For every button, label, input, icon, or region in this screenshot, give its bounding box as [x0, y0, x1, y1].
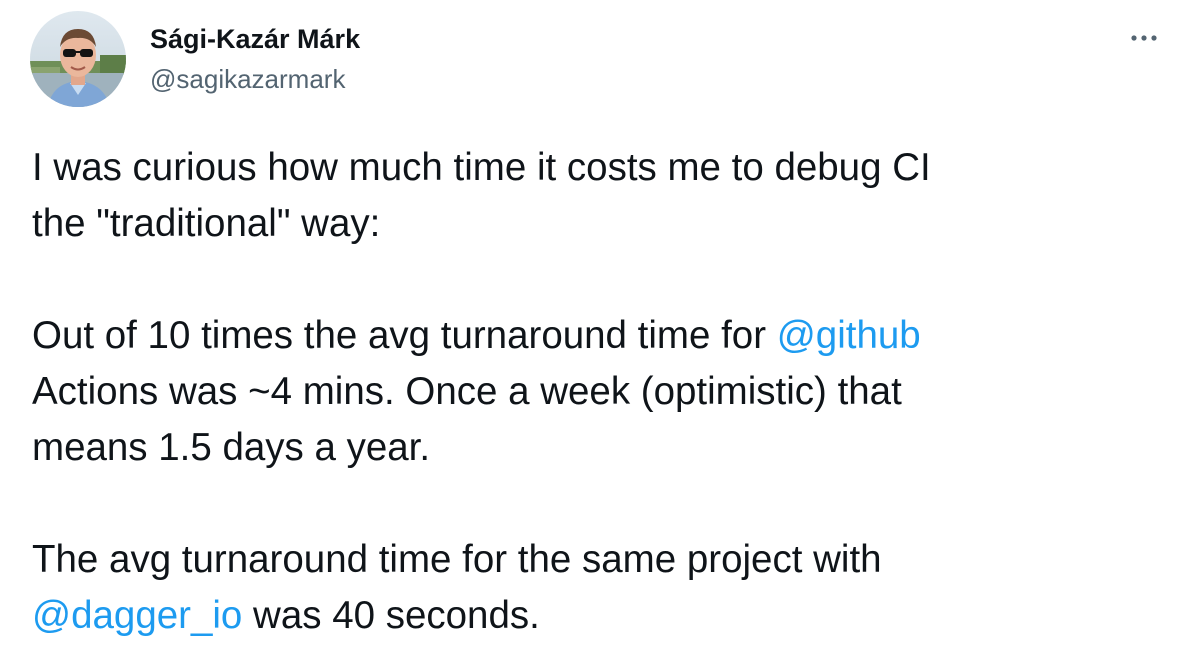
- profile-photo: [30, 11, 126, 107]
- mention-link-github[interactable]: @github: [777, 314, 921, 357]
- author-display-name[interactable]: Sági-Kazár Márk: [150, 22, 360, 56]
- tweet-line: means 1.5 days a year.: [32, 426, 431, 469]
- tweet-paragraph: I was curious how much time it costs me …: [32, 140, 1152, 252]
- mention-link-dagger[interactable]: @dagger_io: [32, 594, 242, 637]
- author-handle[interactable]: @sagikazarmark: [150, 62, 345, 96]
- tweet: Sági-Kazár Márk @sagikazarmark I was cur…: [0, 0, 1192, 648]
- avatar[interactable]: [30, 11, 126, 107]
- tweet-line: was 40 seconds.: [242, 594, 540, 637]
- more-horizontal-icon: [1131, 35, 1157, 41]
- more-options-button[interactable]: [1122, 20, 1166, 56]
- tweet-line: Actions was ~4 mins. Once a week (optimi…: [32, 370, 902, 413]
- tweet-text: I was curious how much time it costs me …: [32, 140, 1152, 644]
- tweet-line: the "traditional" way:: [32, 202, 381, 245]
- tweet-line: Out of 10 times the avg turnaround time …: [32, 314, 777, 357]
- tweet-paragraph: The avg turnaround time for the same pro…: [32, 532, 1152, 644]
- tweet-line: I was curious how much time it costs me …: [32, 146, 931, 189]
- tweet-paragraph: Out of 10 times the avg turnaround time …: [32, 308, 1152, 476]
- tweet-line: The avg turnaround time for the same pro…: [32, 538, 882, 581]
